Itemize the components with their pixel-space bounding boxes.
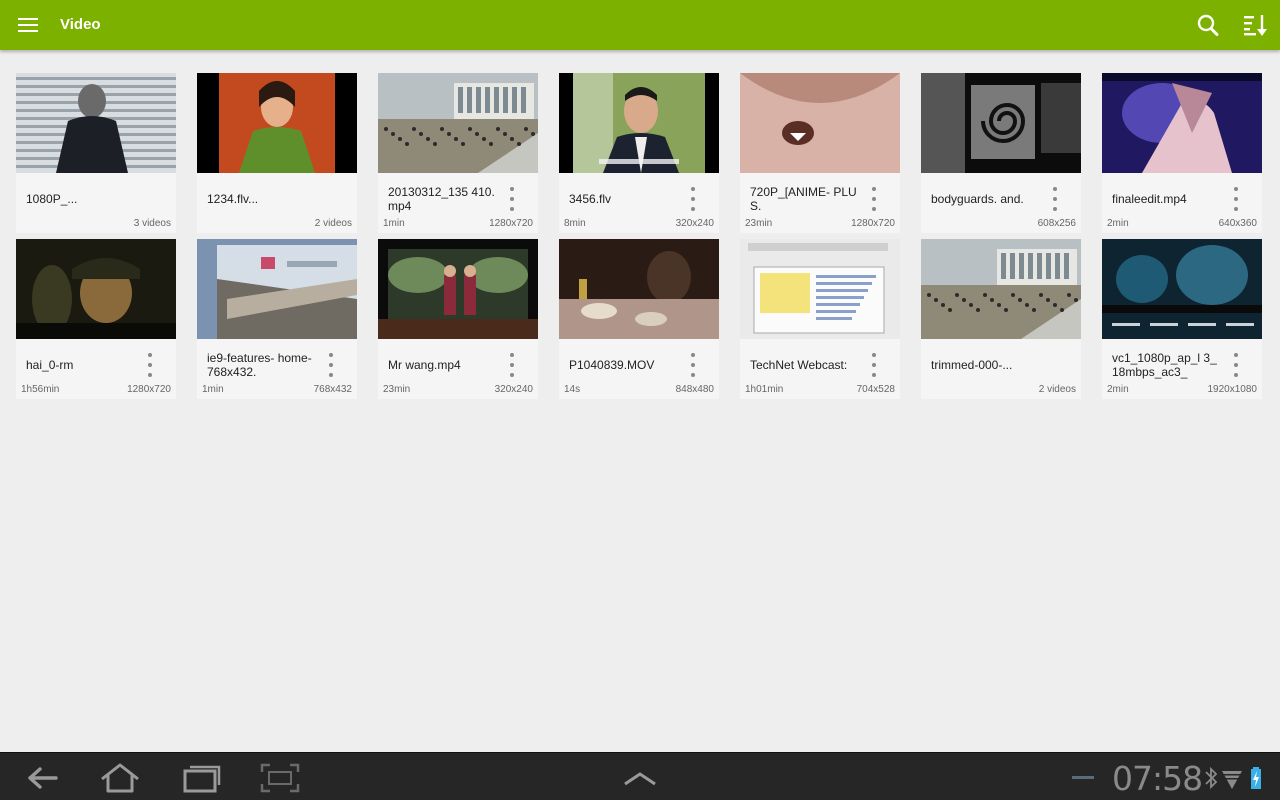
- video-title: 1080P_...: [26, 192, 78, 206]
- back-icon[interactable]: [18, 761, 66, 795]
- more-options-icon[interactable]: [500, 349, 524, 383]
- video-resolution: 2 videos: [1038, 384, 1076, 395]
- video-item[interactable]: ie9-features- home-768x432. 1min 768x432: [197, 239, 357, 399]
- chevron-up-icon[interactable]: [616, 761, 664, 795]
- video-resolution: 768x432: [313, 384, 352, 395]
- more-options-icon[interactable]: [862, 183, 886, 217]
- battery-icon: [1246, 761, 1266, 795]
- video-resolution: 320x240: [675, 218, 714, 229]
- video-thumbnail[interactable]: [740, 239, 900, 339]
- home-icon[interactable]: [96, 761, 144, 795]
- more-options-icon[interactable]: [319, 349, 343, 383]
- video-thumbnail[interactable]: [197, 239, 357, 339]
- more-options-icon[interactable]: [500, 183, 524, 217]
- video-title: hai_0-rm: [26, 358, 74, 372]
- video-resolution: 1280x720: [851, 218, 895, 229]
- search-icon[interactable]: [1194, 10, 1222, 40]
- video-thumbnail[interactable]: [559, 239, 719, 339]
- screenshot-icon[interactable]: [256, 761, 304, 795]
- video-item[interactable]: 1234.flv... 2 videos: [197, 73, 357, 233]
- video-duration: 1h01min: [745, 384, 784, 395]
- video-duration: 2min: [1107, 218, 1129, 229]
- video-item[interactable]: hai_0-rm 1h56min 1280x720: [16, 239, 176, 399]
- video-thumbnail[interactable]: [16, 73, 176, 173]
- video-item[interactable]: bodyguards. and. 608x256: [921, 73, 1081, 233]
- video-title: 720P_[ANIME- PLUS.: [750, 185, 857, 213]
- video-duration: 1h56min: [21, 384, 60, 395]
- video-duration: 8min: [564, 218, 586, 229]
- video-thumbnail[interactable]: [197, 73, 357, 173]
- video-title: 20130312_135 410.mp4: [388, 185, 495, 213]
- video-item[interactable]: trimmed-000-... 2 videos: [921, 239, 1081, 399]
- video-thumbnail[interactable]: [559, 73, 719, 173]
- video-item[interactable]: vc1_1080p_ap_l 3_18mbps_ac3_ 2min 1920x108…: [1102, 239, 1262, 399]
- video-thumbnail[interactable]: [378, 73, 538, 173]
- video-item[interactable]: 1080P_... 3 videos: [16, 73, 176, 233]
- status-clock: 07:58: [1112, 759, 1203, 798]
- more-options-icon[interactable]: [1224, 183, 1248, 217]
- video-resolution: 1280x720: [489, 218, 533, 229]
- video-thumbnail[interactable]: [1102, 239, 1262, 339]
- video-title: 1234.flv...: [207, 192, 259, 206]
- video-title: P1040839.MOV: [569, 358, 655, 372]
- more-options-icon[interactable]: [1043, 183, 1067, 217]
- video-title: bodyguards. and.: [931, 192, 1024, 206]
- video-title: ie9-features- home-768x432.: [207, 351, 312, 379]
- video-item[interactable]: 720P_[ANIME- PLUS. 23min 1280x720: [740, 73, 900, 233]
- video-duration: 2min: [1107, 384, 1129, 395]
- menu-icon[interactable]: [14, 13, 42, 37]
- more-options-icon[interactable]: [862, 349, 886, 383]
- wifi-icon: [1220, 761, 1244, 795]
- video-title: finaleedit.mp4: [1112, 192, 1187, 206]
- video-item[interactable]: Mr wang.mp4 23min 320x240: [378, 239, 538, 399]
- video-duration: 23min: [745, 218, 773, 229]
- video-resolution: 320x240: [494, 384, 533, 395]
- more-options-icon[interactable]: [681, 183, 705, 217]
- video-thumbnail[interactable]: [16, 239, 176, 339]
- video-resolution: 3 videos: [133, 218, 171, 229]
- video-resolution: 640x360: [1218, 218, 1257, 229]
- video-title: 3456.flv: [569, 192, 612, 206]
- video-thumbnail[interactable]: [378, 239, 538, 339]
- video-item[interactable]: P1040839.MOV 14s 848x480: [559, 239, 719, 399]
- video-item[interactable]: TechNet Webcast: 1h01min 704x528: [740, 239, 900, 399]
- more-options-icon[interactable]: [1224, 349, 1248, 383]
- video-resolution: 848x480: [675, 384, 714, 395]
- video-resolution: 1920x1080: [1207, 384, 1258, 395]
- video-item[interactable]: finaleedit.mp4 2min 640x360: [1102, 73, 1262, 233]
- minimize-bar-icon[interactable]: [1064, 761, 1104, 795]
- video-thumbnail[interactable]: [921, 73, 1081, 173]
- video-thumbnail[interactable]: [740, 73, 900, 173]
- video-title: Mr wang.mp4: [388, 358, 461, 372]
- system-navigation-bar: 07:58: [0, 752, 1280, 800]
- video-resolution: 704x528: [856, 384, 895, 395]
- video-resolution: 2 videos: [314, 218, 352, 229]
- video-title: TechNet Webcast:: [750, 358, 848, 372]
- video-item[interactable]: 3456.flv 8min 320x240: [559, 73, 719, 233]
- video-item[interactable]: 20130312_135 410.mp4 1min 1280x720: [378, 73, 538, 233]
- sort-icon[interactable]: [1240, 10, 1270, 40]
- recent-apps-icon[interactable]: [178, 761, 226, 795]
- video-duration: 23min: [383, 384, 411, 395]
- video-duration: 1min: [202, 384, 224, 395]
- video-duration: 14s: [564, 384, 581, 395]
- video-duration: 1min: [383, 218, 405, 229]
- more-options-icon[interactable]: [138, 349, 162, 383]
- video-resolution: 608x256: [1037, 218, 1076, 229]
- video-resolution: 1280x720: [127, 384, 171, 395]
- video-title: vc1_1080p_ap_l 3_18mbps_ac3_: [1112, 351, 1217, 379]
- page-title: Video: [60, 16, 101, 33]
- bluetooth-icon: [1200, 761, 1222, 795]
- action-bar: Video: [0, 0, 1280, 50]
- more-options-icon[interactable]: [681, 349, 705, 383]
- video-thumbnail[interactable]: [921, 239, 1081, 339]
- video-title: trimmed-000-...: [931, 358, 1013, 372]
- video-thumbnail[interactable]: [1102, 73, 1262, 173]
